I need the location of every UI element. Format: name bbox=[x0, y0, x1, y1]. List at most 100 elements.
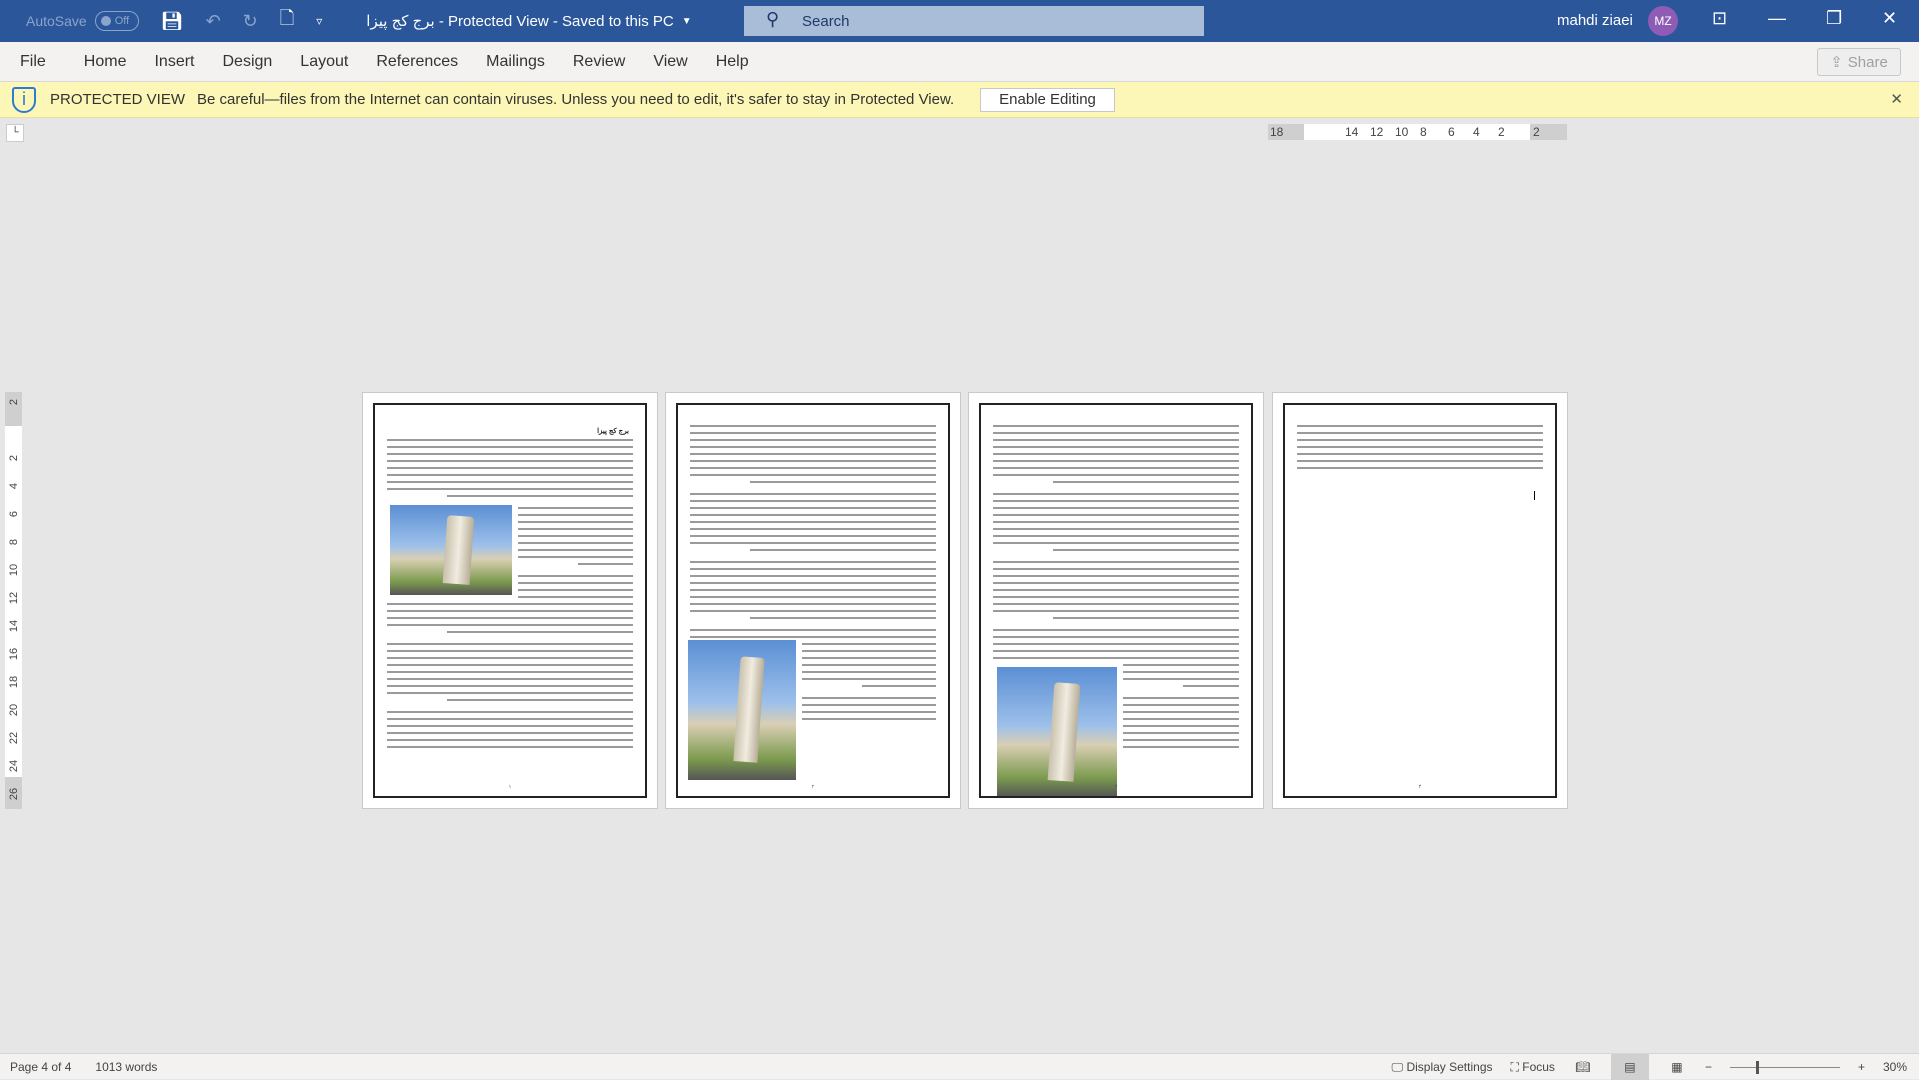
leaning-tower-photo bbox=[688, 640, 796, 780]
enable-editing-button[interactable]: Enable Editing bbox=[980, 87, 1115, 112]
title-bar: AutoSave Off 💾︎ ↶ ↻ 🗋 ▿ برج کج پیزا - Pro… bbox=[0, 0, 1919, 42]
web-layout-icon[interactable]: ▦ bbox=[1667, 1060, 1687, 1074]
text-line bbox=[518, 575, 633, 577]
text-line bbox=[1123, 746, 1239, 748]
text-line bbox=[993, 507, 1239, 509]
text-line bbox=[387, 467, 633, 469]
tab-file[interactable]: File bbox=[0, 53, 70, 71]
text-line bbox=[690, 467, 936, 469]
text-line bbox=[993, 500, 1239, 502]
customize-toolbar-icon[interactable]: ▿ bbox=[316, 14, 322, 28]
horizontal-ruler[interactable]: 18 14 12 10 8 6 4 2 2 bbox=[1268, 124, 1567, 140]
text-cursor bbox=[1534, 491, 1535, 500]
autosave-toggle[interactable]: AutoSave Off bbox=[26, 11, 139, 31]
page-count[interactable]: Page 4 of 4 bbox=[10, 1060, 71, 1074]
text-line bbox=[387, 446, 633, 448]
text-line bbox=[993, 657, 1239, 659]
vertical-ruler[interactable]: 2 2 4 6 8 10 12 14 16 18 20 22 24 26 bbox=[5, 392, 22, 809]
minimize-icon[interactable]: — bbox=[1768, 8, 1786, 29]
ruler-tick-label: 26 bbox=[8, 787, 20, 801]
close-icon[interactable]: ✕ bbox=[1890, 90, 1903, 108]
display-settings-button[interactable]: 🖵 Display Settings bbox=[1392, 1060, 1493, 1075]
word-count[interactable]: 1013 words bbox=[95, 1060, 157, 1074]
read-mode-icon[interactable]: 📖︎ bbox=[1573, 1060, 1593, 1074]
text-line bbox=[387, 671, 633, 673]
text-line bbox=[1053, 617, 1239, 619]
share-button[interactable]: ⇪ Share bbox=[1817, 48, 1901, 76]
print-layout-icon[interactable]: ▤ bbox=[1610, 1054, 1649, 1080]
ruler-tick-label: 12 bbox=[1370, 125, 1384, 139]
text-line bbox=[802, 657, 936, 659]
text-line bbox=[1123, 739, 1239, 741]
tab-references[interactable]: References bbox=[362, 53, 472, 71]
text-line bbox=[690, 521, 936, 523]
page-number: ۱ bbox=[508, 784, 512, 790]
document-page[interactable]: ۴ bbox=[1272, 392, 1568, 809]
user-name[interactable]: mahdi ziaei bbox=[1557, 12, 1633, 29]
page-number: ۲ bbox=[811, 784, 815, 790]
text-line bbox=[387, 453, 633, 455]
zoom-level[interactable]: 30% bbox=[1883, 1060, 1907, 1074]
text-line bbox=[518, 549, 633, 551]
document-title[interactable]: برج کج پیزا - Protected View - Saved to … bbox=[366, 12, 673, 30]
leaning-tower-photo bbox=[997, 667, 1117, 796]
save-icon[interactable]: 💾︎ bbox=[161, 11, 184, 32]
page-border: ۳ bbox=[979, 403, 1253, 798]
tab-home[interactable]: Home bbox=[70, 53, 141, 71]
tab-help[interactable]: Help bbox=[702, 53, 763, 71]
text-line bbox=[690, 561, 936, 563]
focus-button[interactable]: ⛶ Focus bbox=[1511, 1060, 1555, 1075]
ruler-tick-label: 20 bbox=[8, 703, 20, 717]
document-page[interactable]: ۳ bbox=[968, 392, 1264, 809]
restore-icon[interactable]: ❐ bbox=[1826, 8, 1842, 29]
text-line bbox=[1297, 453, 1543, 455]
ribbon-display-icon[interactable]: ⊡ bbox=[1712, 8, 1727, 29]
text-line bbox=[447, 631, 633, 633]
text-line bbox=[1123, 718, 1239, 720]
avatar[interactable]: MZ bbox=[1648, 6, 1678, 36]
share-label: Share bbox=[1847, 53, 1888, 71]
autosave-label: AutoSave bbox=[26, 13, 87, 29]
new-document-icon[interactable]: 🗋 bbox=[280, 6, 294, 36]
tab-insert[interactable]: Insert bbox=[140, 53, 208, 71]
zoom-slider[interactable] bbox=[1729, 1060, 1840, 1074]
close-icon[interactable]: ✕ bbox=[1882, 8, 1897, 29]
text-line bbox=[802, 671, 936, 673]
chevron-down-icon[interactable]: ▼ bbox=[682, 16, 692, 27]
ruler-tick-label: 8 bbox=[8, 538, 20, 546]
text-line bbox=[1053, 481, 1239, 483]
text-line bbox=[993, 493, 1239, 495]
ruler-tick-label: 8 bbox=[1420, 125, 1427, 139]
tab-mailings[interactable]: Mailings bbox=[472, 53, 559, 71]
toggle-switch[interactable]: Off bbox=[94, 11, 139, 31]
text-line bbox=[518, 535, 633, 537]
text-line bbox=[802, 664, 936, 666]
tab-design[interactable]: Design bbox=[208, 53, 286, 71]
text-line bbox=[993, 521, 1239, 523]
text-line bbox=[993, 467, 1239, 469]
text-line bbox=[802, 643, 936, 645]
tab-stop-selector[interactable]: └ bbox=[6, 124, 24, 142]
zoom-in-icon[interactable]: + bbox=[1858, 1060, 1865, 1074]
text-line bbox=[518, 514, 633, 516]
text-line bbox=[387, 725, 633, 727]
ruler-tick-label: 6 bbox=[1448, 125, 1455, 139]
text-line bbox=[690, 507, 936, 509]
text-line bbox=[690, 535, 936, 537]
undo-icon[interactable]: ↶ bbox=[206, 11, 221, 32]
status-bar: Page 4 of 4 1013 words 🖵 Display Setting… bbox=[0, 1053, 1919, 1080]
zoom-out-icon[interactable]: − bbox=[1705, 1060, 1712, 1074]
document-page[interactable]: برج کج پیزا ۱ bbox=[362, 392, 658, 809]
search-box[interactable]: ⚲ Search bbox=[744, 6, 1204, 36]
tab-layout[interactable]: Layout bbox=[286, 53, 362, 71]
ruler-tick-label: 22 bbox=[8, 731, 20, 745]
text-line bbox=[1123, 697, 1239, 699]
text-line bbox=[993, 629, 1239, 631]
text-line bbox=[518, 507, 633, 509]
document-page[interactable]: ۲ bbox=[665, 392, 961, 809]
tab-view[interactable]: View bbox=[639, 53, 701, 71]
text-line bbox=[387, 678, 633, 680]
redo-icon[interactable]: ↻ bbox=[243, 11, 258, 32]
share-icon: ⇪ bbox=[1830, 54, 1843, 71]
tab-review[interactable]: Review bbox=[559, 53, 639, 71]
